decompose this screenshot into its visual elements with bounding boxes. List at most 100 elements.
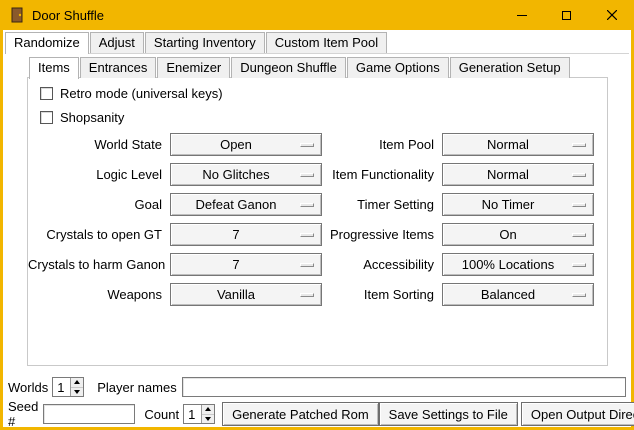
logic-level-dropdown[interactable]: No Glitches [170, 163, 322, 186]
dropdown-indicator-icon [300, 143, 314, 147]
dropdown-indicator-icon [300, 173, 314, 177]
goal-label: Goal [28, 197, 162, 212]
tab-starting-inventory[interactable]: Starting Inventory [145, 32, 265, 53]
main-tab-bar: Randomize Adjust Starting Inventory Cust… [5, 33, 629, 54]
item-functionality-value: Normal [447, 164, 569, 185]
randomize-tab-bar: Items Entrances Enemizer Dungeon Shuffle… [29, 58, 608, 78]
dropdown-indicator-icon [300, 263, 314, 267]
generate-patched-rom-button[interactable]: Generate Patched Rom [222, 402, 379, 426]
retro-mode-option[interactable]: Retro mode (universal keys) [40, 84, 223, 102]
crystals-gt-dropdown[interactable]: 7 [170, 223, 322, 246]
accessibility-dropdown[interactable]: 100% Locations [442, 253, 594, 276]
arrow-down-icon [205, 417, 211, 421]
window-title: Door Shuffle [32, 8, 104, 23]
tab-enemizer[interactable]: Enemizer [157, 57, 230, 78]
crystals-gt-label: Crystals to open GT [28, 227, 162, 242]
open-output-directory-button[interactable]: Open Output Directory [521, 402, 634, 426]
app-icon [9, 7, 25, 23]
item-sorting-dropdown[interactable]: Balanced [442, 283, 594, 306]
client-area: Randomize Adjust Starting Inventory Cust… [3, 30, 631, 427]
progressive-items-label: Progressive Items [322, 227, 434, 242]
caption-buttons [499, 0, 634, 30]
tab-randomize[interactable]: Randomize [5, 32, 89, 54]
item-pool-value: Normal [447, 134, 569, 155]
minimize-button[interactable] [499, 0, 544, 30]
item-functionality-label: Item Functionality [322, 167, 434, 182]
tab-entrances[interactable]: Entrances [80, 57, 157, 78]
count-label: Count [144, 407, 179, 422]
shopsanity-label: Shopsanity [60, 110, 124, 125]
item-functionality-dropdown[interactable]: Normal [442, 163, 594, 186]
weapons-value: Vanilla [175, 284, 297, 305]
spin-down-button[interactable] [202, 414, 214, 424]
timer-setting-value: No Timer [447, 194, 569, 215]
seed-label: Seed # [8, 399, 38, 429]
tab-adjust[interactable]: Adjust [90, 32, 144, 53]
crystals-ganon-label: Crystals to harm Ganon [28, 257, 162, 272]
tab-items[interactable]: Items [29, 57, 79, 79]
accessibility-value: 100% Locations [447, 254, 569, 275]
form-row: Logic Level No Glitches Item Functionali… [28, 163, 607, 186]
tab-generation-setup[interactable]: Generation Setup [450, 57, 570, 78]
count-value: 1 [184, 405, 201, 423]
item-sorting-value: Balanced [447, 284, 569, 305]
logic-level-label: Logic Level [28, 167, 162, 182]
retro-mode-checkbox[interactable] [40, 87, 53, 100]
item-sorting-label: Item Sorting [322, 287, 434, 302]
tab-custom-item-pool[interactable]: Custom Item Pool [266, 32, 387, 53]
crystals-ganon-dropdown[interactable]: 7 [170, 253, 322, 276]
seed-input[interactable] [43, 404, 135, 424]
count-spin-arrows [201, 405, 214, 423]
dropdown-indicator-icon [300, 233, 314, 237]
form-row: Crystals to open GT 7 Progressive Items … [28, 223, 607, 246]
tab-game-options[interactable]: Game Options [347, 57, 449, 78]
dropdown-indicator-icon [572, 293, 586, 297]
dropdown-indicator-icon [300, 293, 314, 297]
worlds-spinbox[interactable]: 1 [52, 377, 84, 397]
world-state-dropdown[interactable]: Open [170, 133, 322, 156]
spin-down-button[interactable] [71, 387, 83, 397]
crystals-gt-value: 7 [175, 224, 297, 245]
count-spinbox[interactable]: 1 [183, 404, 215, 424]
close-button[interactable] [589, 0, 634, 30]
arrow-up-icon [205, 407, 211, 411]
randomize-notebook: Items Entrances Enemizer Dungeon Shuffle… [27, 58, 608, 366]
shopsanity-option[interactable]: Shopsanity [40, 108, 124, 126]
maximize-icon [562, 11, 571, 20]
app-window: Door Shuffle Randomize Adjust Starting I… [0, 0, 634, 430]
save-settings-button[interactable]: Save Settings to File [379, 402, 518, 426]
player-names-label: Player names [97, 380, 176, 395]
tab-dungeon-shuffle[interactable]: Dungeon Shuffle [231, 57, 346, 78]
timer-setting-label: Timer Setting [322, 197, 434, 212]
goal-value: Defeat Ganon [175, 194, 297, 215]
dropdown-indicator-icon [572, 263, 586, 267]
crystals-ganon-value: 7 [175, 254, 297, 275]
weapons-dropdown[interactable]: Vanilla [170, 283, 322, 306]
spin-up-button[interactable] [202, 405, 214, 414]
world-state-label: World State [28, 137, 162, 152]
goal-dropdown[interactable]: Defeat Ganon [170, 193, 322, 216]
form-row: Crystals to harm Ganon 7 Accessibility 1… [28, 253, 607, 276]
maximize-button[interactable] [544, 0, 589, 30]
worlds-row: Worlds 1 Player names [8, 376, 626, 398]
worlds-value: 1 [53, 378, 70, 396]
player-names-input[interactable] [182, 377, 626, 397]
spin-up-button[interactable] [71, 378, 83, 387]
minimize-icon [517, 15, 527, 16]
seed-row: Seed # Count 1 Generate Patched Rom Save… [8, 402, 628, 426]
items-tab-content: Retro mode (universal keys) Shopsanity W… [27, 77, 608, 366]
arrow-up-icon [74, 380, 80, 384]
dropdown-indicator-icon [572, 173, 586, 177]
timer-setting-dropdown[interactable]: No Timer [442, 193, 594, 216]
progressive-items-dropdown[interactable]: On [442, 223, 594, 246]
title-bar[interactable]: Door Shuffle [0, 0, 634, 30]
retro-mode-label: Retro mode (universal keys) [60, 86, 223, 101]
worlds-label: Worlds [8, 380, 48, 395]
item-pool-dropdown[interactable]: Normal [442, 133, 594, 156]
world-state-value: Open [175, 134, 297, 155]
form-row: Goal Defeat Ganon Timer Setting No Timer [28, 193, 607, 216]
accessibility-label: Accessibility [322, 257, 434, 272]
shopsanity-checkbox[interactable] [40, 111, 53, 124]
dropdown-indicator-icon [572, 233, 586, 237]
close-icon [607, 10, 617, 20]
